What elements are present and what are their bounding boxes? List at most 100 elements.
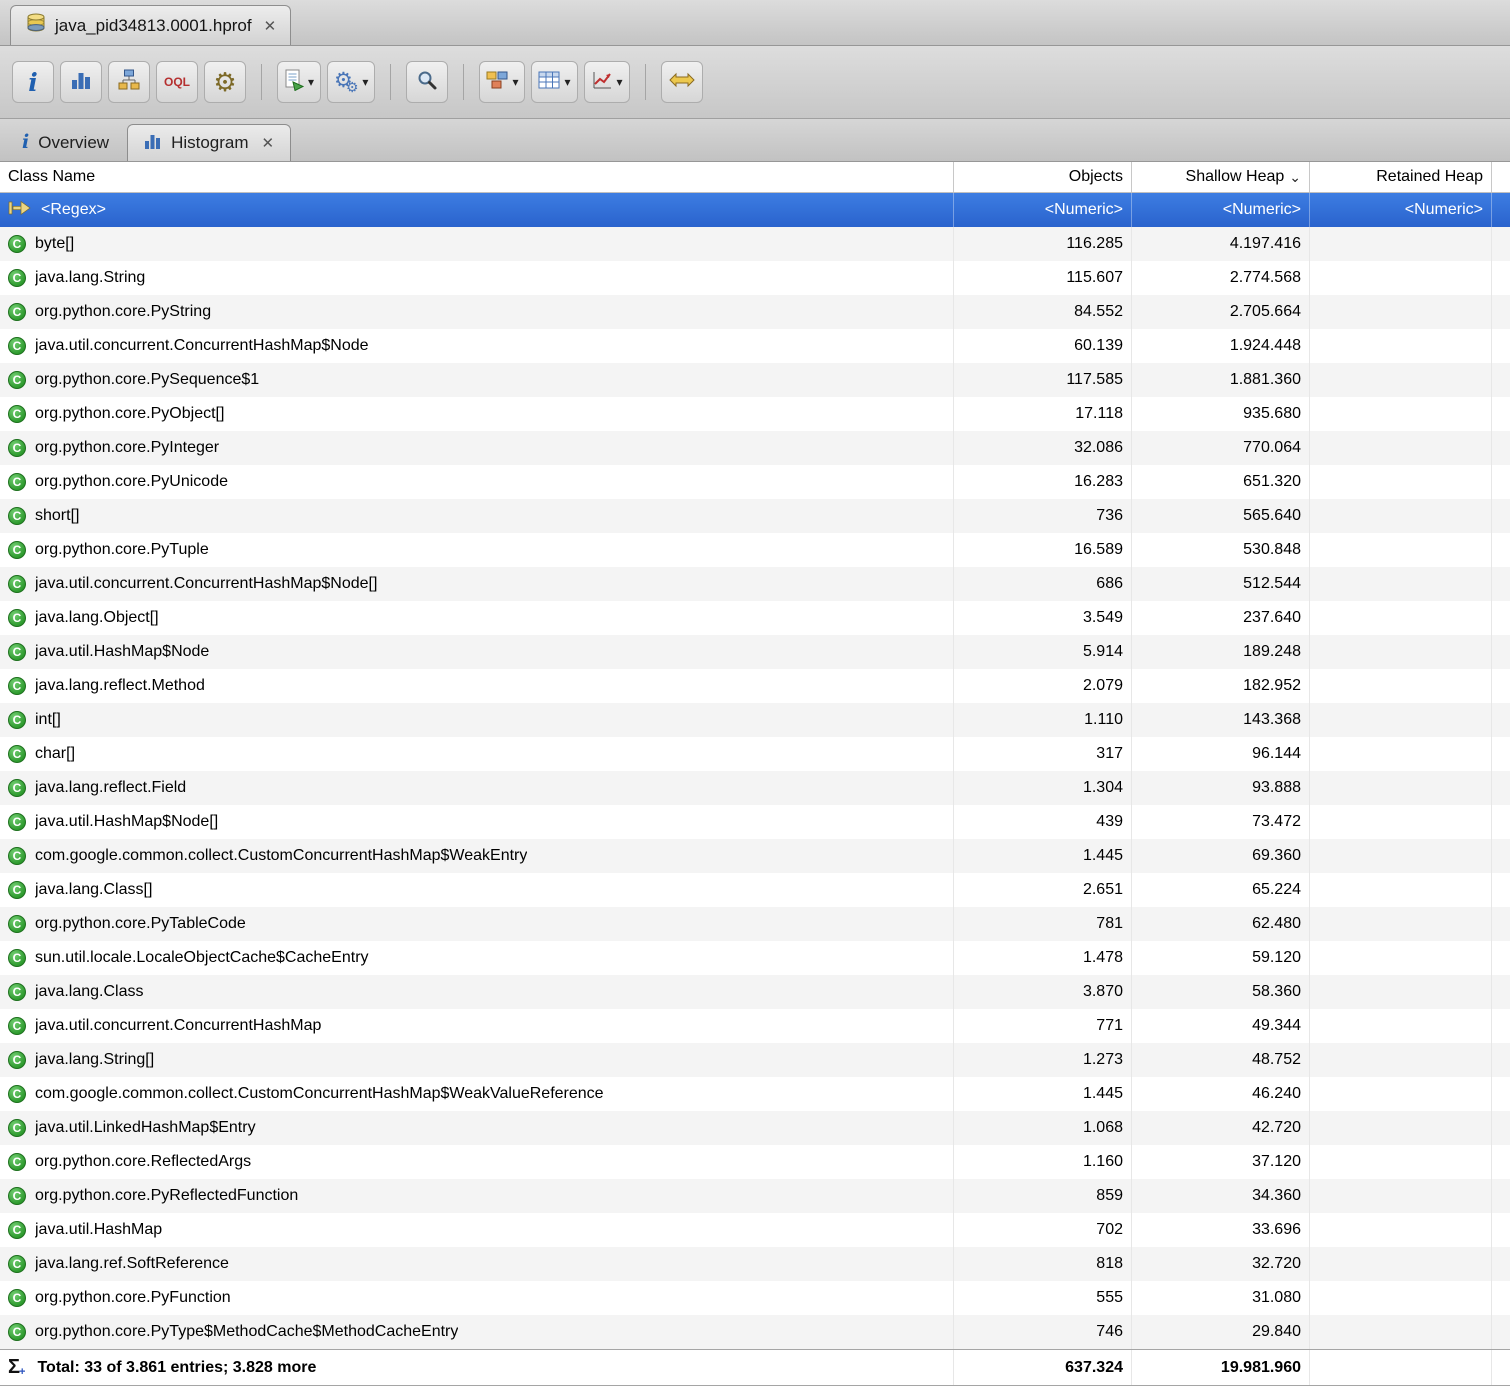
tab-overview[interactable]: i Overview bbox=[6, 124, 125, 161]
table-row[interactable]: C java.lang.Class[] 2.651 65.224 bbox=[0, 873, 1510, 907]
column-objects[interactable]: Objects bbox=[953, 162, 1131, 192]
table-row[interactable]: C java.lang.reflect.Method 2.079 182.952 bbox=[0, 669, 1510, 703]
row-spacer bbox=[1491, 193, 1510, 227]
class-name-cell: C java.util.concurrent.ConcurrentHashMap… bbox=[0, 329, 953, 363]
table-row[interactable]: C java.util.concurrent.ConcurrentHashMap… bbox=[0, 567, 1510, 601]
table-row[interactable]: C org.python.core.PyReflectedFunction 85… bbox=[0, 1179, 1510, 1213]
class-icon: C bbox=[8, 1085, 26, 1103]
retained-heap-cell bbox=[1309, 975, 1491, 1009]
class-name-cell: C org.python.core.PyObject[] bbox=[0, 397, 953, 431]
class-name-cell: C short[] bbox=[0, 499, 953, 533]
table-row[interactable]: C java.lang.ref.SoftReference 818 32.720 bbox=[0, 1247, 1510, 1281]
shallow-heap-filter-cell[interactable]: <Numeric> bbox=[1131, 193, 1309, 227]
compare-button[interactable] bbox=[661, 61, 703, 103]
editor-tab-bar: java_pid34813.0001.hprof ✕ bbox=[0, 0, 1510, 46]
shallow-heap-cell: 49.344 bbox=[1131, 1009, 1309, 1043]
export-button[interactable]: ▾ bbox=[584, 61, 630, 103]
row-spacer bbox=[1491, 601, 1510, 635]
expert-tests-button[interactable]: ⚙⚙ ▾ bbox=[327, 61, 375, 103]
dominator-tree-button[interactable] bbox=[108, 61, 150, 103]
table-row[interactable]: C com.google.common.collect.CustomConcur… bbox=[0, 839, 1510, 873]
table-row[interactable]: C java.util.concurrent.ConcurrentHashMap… bbox=[0, 329, 1510, 363]
shallow-heap-cell: 46.240 bbox=[1131, 1077, 1309, 1111]
table-row[interactable]: C java.lang.Object[] 3.549 237.640 bbox=[0, 601, 1510, 635]
table-row[interactable]: C org.python.core.PyInteger 32.086 770.0… bbox=[0, 431, 1510, 465]
class-icon: C bbox=[8, 949, 26, 967]
table-row[interactable]: C java.util.HashMap$Node[] 439 73.472 bbox=[0, 805, 1510, 839]
group-by-button[interactable]: ▾ bbox=[479, 61, 525, 103]
retained-heap-cell bbox=[1309, 533, 1491, 567]
class-name-cell: C java.lang.reflect.Method bbox=[0, 669, 953, 703]
table-row[interactable]: C java.lang.Class 3.870 58.360 bbox=[0, 975, 1510, 1009]
retained-heap-cell bbox=[1309, 261, 1491, 295]
class-name-cell: C java.util.HashMap$Node bbox=[0, 635, 953, 669]
table-row[interactable]: C int[] 1.110 143.368 bbox=[0, 703, 1510, 737]
retained-heap-cell bbox=[1309, 635, 1491, 669]
search-button[interactable] bbox=[406, 61, 448, 103]
class-name-cell: C int[] bbox=[0, 703, 953, 737]
regex-filter-cell[interactable]: <Regex> bbox=[0, 193, 953, 227]
overview-info-button[interactable]: i bbox=[12, 61, 54, 103]
retained-heap-filter-cell[interactable]: <Numeric> bbox=[1309, 193, 1491, 227]
column-retained-heap[interactable]: Retained Heap bbox=[1309, 162, 1491, 192]
tab-histogram[interactable]: Histogram ✕ bbox=[127, 124, 291, 161]
column-shallow-heap[interactable]: Shallow Heap ⌄ bbox=[1131, 162, 1309, 192]
objects-filter-cell[interactable]: <Numeric> bbox=[953, 193, 1131, 227]
table-row[interactable]: C org.python.core.PyType$MethodCache$Met… bbox=[0, 1315, 1510, 1349]
row-spacer bbox=[1491, 975, 1510, 1009]
close-icon[interactable]: ✕ bbox=[264, 17, 277, 35]
table-row[interactable]: C java.lang.String 115.607 2.774.568 bbox=[0, 261, 1510, 295]
retained-heap-cell bbox=[1309, 1315, 1491, 1349]
row-spacer bbox=[1491, 499, 1510, 533]
class-icon: C bbox=[8, 575, 26, 593]
shallow-heap-cell: 4.197.416 bbox=[1131, 227, 1309, 261]
retained-heap-cell bbox=[1309, 805, 1491, 839]
table-row[interactable]: C java.util.HashMap$Node 5.914 189.248 bbox=[0, 635, 1510, 669]
table-row[interactable]: C java.util.LinkedHashMap$Entry 1.068 42… bbox=[0, 1111, 1510, 1145]
editor-tab-hprof[interactable]: java_pid34813.0001.hprof ✕ bbox=[10, 5, 291, 45]
table-row[interactable]: C byte[] 116.285 4.197.416 bbox=[0, 227, 1510, 261]
class-name-label: java.lang.reflect.Method bbox=[35, 677, 205, 695]
table-row[interactable]: C java.lang.String[] 1.273 48.752 bbox=[0, 1043, 1510, 1077]
retained-heap-cell bbox=[1309, 1043, 1491, 1077]
objects-cell: 702 bbox=[953, 1213, 1131, 1247]
table-row[interactable]: C char[] 317 96.144 bbox=[0, 737, 1510, 771]
row-spacer bbox=[1491, 567, 1510, 601]
table-row[interactable]: C org.python.core.PySequence$1 117.585 1… bbox=[0, 363, 1510, 397]
table-row[interactable]: C org.python.core.PyString 84.552 2.705.… bbox=[0, 295, 1510, 329]
table-row[interactable]: C java.util.HashMap 702 33.696 bbox=[0, 1213, 1510, 1247]
table-row[interactable]: C org.python.core.PyTuple 16.589 530.848 bbox=[0, 533, 1510, 567]
retained-heap-cell bbox=[1309, 1111, 1491, 1145]
column-class-name[interactable]: Class Name bbox=[0, 162, 953, 192]
class-name-cell: C sun.util.locale.LocaleObjectCache$Cach… bbox=[0, 941, 953, 975]
table-row[interactable]: C org.python.core.PyUnicode 16.283 651.3… bbox=[0, 465, 1510, 499]
customize-columns-button[interactable]: ▾ bbox=[531, 61, 577, 103]
class-icon: C bbox=[8, 1187, 26, 1205]
table-row[interactable]: C java.lang.reflect.Field 1.304 93.888 bbox=[0, 771, 1510, 805]
oql-button[interactable]: OQL bbox=[156, 61, 198, 103]
table-row[interactable]: C java.util.concurrent.ConcurrentHashMap… bbox=[0, 1009, 1510, 1043]
shallow-heap-cell: 189.248 bbox=[1131, 635, 1309, 669]
table-row[interactable]: C org.python.core.PyObject[] 17.118 935.… bbox=[0, 397, 1510, 431]
class-icon: C bbox=[8, 337, 26, 355]
table-row[interactable]: C short[] 736 565.640 bbox=[0, 499, 1510, 533]
objects-cell: 1.160 bbox=[953, 1145, 1131, 1179]
dominator-tree-icon bbox=[118, 69, 140, 96]
objects-cell: 1.445 bbox=[953, 839, 1131, 873]
table-row[interactable]: C org.python.core.PyTableCode 781 62.480 bbox=[0, 907, 1510, 941]
table-row[interactable]: C com.google.common.collect.CustomConcur… bbox=[0, 1077, 1510, 1111]
table-row[interactable]: C org.python.core.PyFunction 555 31.080 bbox=[0, 1281, 1510, 1315]
close-icon[interactable]: ✕ bbox=[262, 134, 275, 152]
table-row[interactable]: C sun.util.locale.LocaleObjectCache$Cach… bbox=[0, 941, 1510, 975]
class-name-label: char[] bbox=[35, 745, 75, 763]
gear-icon: ⚙ bbox=[213, 69, 236, 95]
run-report-button[interactable]: ▾ bbox=[277, 61, 321, 103]
table-row[interactable]: C org.python.core.ReflectedArgs 1.160 37… bbox=[0, 1145, 1510, 1179]
row-spacer bbox=[1491, 1179, 1510, 1213]
row-spacer bbox=[1491, 1315, 1510, 1349]
settings-gear-button[interactable]: ⚙ bbox=[204, 61, 246, 103]
shallow-heap-cell: 143.368 bbox=[1131, 703, 1309, 737]
class-name-cell: C com.google.common.collect.CustomConcur… bbox=[0, 1077, 953, 1111]
histogram-button[interactable] bbox=[60, 61, 102, 103]
total-label: Total: 33 of 3.861 entries; 3.828 more bbox=[37, 1359, 316, 1377]
